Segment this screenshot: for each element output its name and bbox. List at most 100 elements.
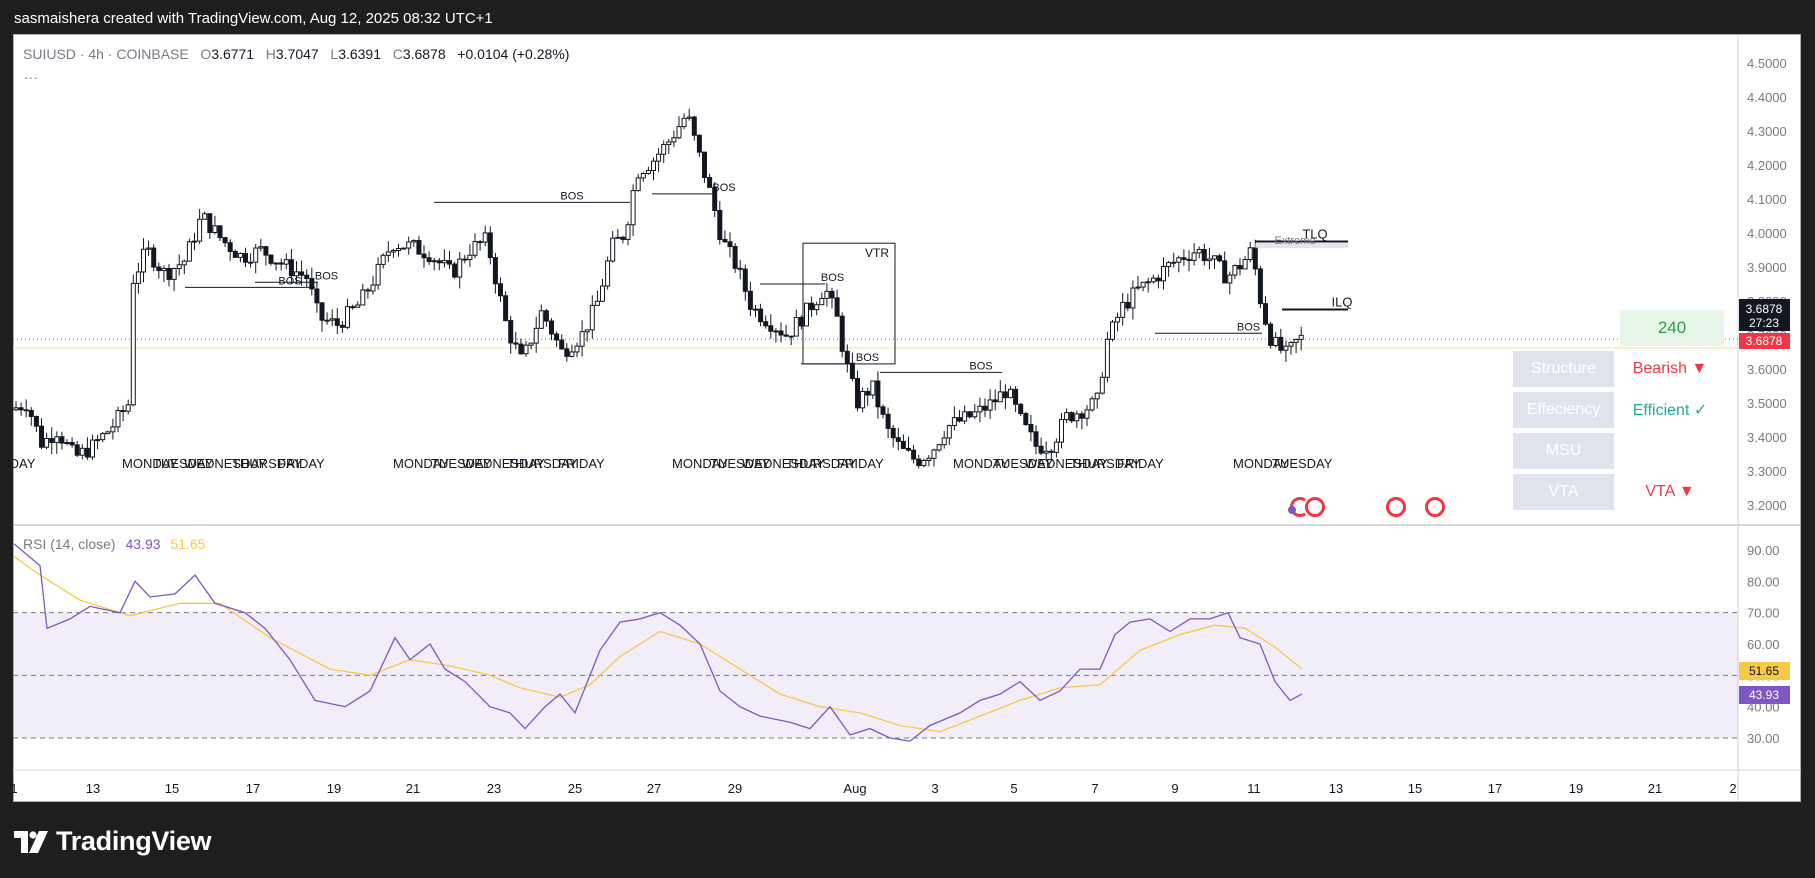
candle-bear [1033, 431, 1039, 447]
candle-bear [549, 320, 554, 335]
candle-bull [1115, 316, 1121, 323]
vta-value-text: VTA ▼ [1645, 483, 1695, 500]
timeframe-value: 240 [1657, 318, 1687, 337]
candle-bull [1145, 281, 1151, 284]
candle-bull [1150, 277, 1156, 283]
close-value: 3.6878 [402, 46, 446, 62]
candle-bull [1074, 413, 1080, 422]
vta-label-text: VTA [1548, 483, 1579, 500]
candle-bear [498, 283, 503, 297]
candle-bull [793, 317, 799, 337]
time-tick-label: 2 [1729, 781, 1736, 796]
candle-bull [130, 282, 136, 406]
time-tick-label: 29 [728, 781, 742, 796]
candle-bear [1028, 423, 1034, 433]
candle-bull [615, 236, 621, 239]
candle-bear [1268, 323, 1274, 346]
candle-bull [1064, 412, 1070, 421]
tradingview-logo-icon [14, 830, 48, 853]
candle-bull [100, 433, 106, 441]
rsi-ma-value: 51.65 [170, 536, 206, 552]
candle-bull [406, 241, 412, 249]
high-value: 3.7047 [275, 46, 319, 62]
candle-bear [166, 267, 172, 280]
more-options-icon[interactable]: ... [24, 66, 39, 82]
price-tick-label: 4.2000 [1747, 158, 1787, 173]
candle-bear [452, 263, 458, 278]
structure-label: Structure [1513, 351, 1614, 387]
candle-bear [763, 321, 769, 327]
candle-bull [1008, 388, 1013, 399]
price-tick-label: 3.5000 [1747, 396, 1787, 411]
rsi-tick-label: 30.00 [1747, 731, 1780, 746]
candle-bull [197, 218, 203, 242]
candle-bear [890, 427, 896, 439]
candle-bull [1053, 441, 1059, 453]
rsi-badge-value: 43.93 [1749, 688, 1779, 702]
symbol-name[interactable]: SUIUSD · 4h · COINBASE [23, 46, 189, 62]
day-label: FRIDAY [837, 456, 884, 471]
candle-bull [105, 431, 111, 435]
price-tick-label: 3.6000 [1747, 362, 1787, 377]
candle-bull [946, 425, 952, 439]
candle-bull [110, 426, 116, 433]
price-tick-label: 3.4000 [1747, 430, 1787, 445]
rsi-tick-label: 60.00 [1747, 637, 1780, 652]
candle-bear [23, 409, 29, 412]
time-tick-label: 19 [327, 781, 341, 796]
day-label: FRIDAY [558, 456, 605, 471]
rsi-title[interactable]: RSI (14, close) [23, 536, 116, 552]
candle-bull [630, 190, 636, 226]
candle-bull [594, 300, 600, 306]
candle-bear [992, 399, 998, 403]
candle-bear [911, 449, 917, 460]
candle-bear [1257, 268, 1263, 305]
brand-name: TradingView [56, 826, 212, 856]
candle-bull [987, 399, 993, 411]
candle-bull [467, 254, 473, 261]
candle-bear [1252, 247, 1258, 270]
candle-bear [151, 247, 157, 268]
candle-bull [90, 439, 95, 458]
candle-bull [431, 260, 437, 263]
candle-bull [324, 319, 330, 322]
candle-bear [217, 225, 223, 239]
efficiency-value-text: Efficient ✓ [1632, 402, 1708, 419]
candle-bear [839, 315, 845, 352]
candle-bull [1166, 262, 1172, 268]
candle-bull [13, 407, 19, 411]
candle-bull [651, 160, 656, 172]
candle-bear [1125, 301, 1131, 309]
time-tick-label: 7 [1091, 781, 1098, 796]
day-label: IDAY [6, 456, 36, 471]
candle-bear [156, 266, 162, 272]
candle-bear [278, 262, 284, 265]
candle-bear [1181, 257, 1187, 260]
price-tick-label: 4.4000 [1747, 90, 1787, 105]
candle-bull [1161, 266, 1166, 282]
candle-bull [171, 268, 177, 280]
candle-bull [390, 250, 396, 253]
timeframe-box: 240 [1620, 310, 1724, 346]
candle-bull [472, 241, 478, 256]
candle-bear [492, 257, 498, 285]
candle-bull [645, 170, 651, 175]
event-flag-icon [1389, 500, 1403, 514]
low-value: 3.6391 [338, 46, 382, 62]
candle-bear [365, 289, 371, 292]
candle-bull [253, 247, 259, 263]
time-tick-label: 9 [1171, 781, 1178, 796]
day-label: FRIDAY [278, 456, 325, 471]
candle-bear [783, 334, 789, 337]
candle-bull [181, 260, 187, 266]
candle-bull [370, 284, 376, 292]
candle-bear [334, 318, 340, 326]
candle-bull [523, 344, 529, 355]
candle-bull [1171, 261, 1177, 264]
candle-bull [482, 232, 488, 243]
candle-bull [401, 247, 407, 250]
price-tick-label: 3.3000 [1747, 464, 1787, 479]
msu-label: MSU [1513, 433, 1614, 469]
candle-bull [135, 271, 141, 284]
close-label: C [392, 46, 403, 62]
